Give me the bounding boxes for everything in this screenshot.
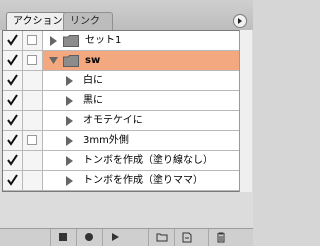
tab-bar: アクション リンク (0, 0, 253, 31)
row-label: セット1 (85, 35, 122, 46)
row-content: トンボを作成（塗りママ） (43, 171, 239, 190)
toggle-item-checkbox[interactable] (3, 91, 23, 110)
action-step-row[interactable]: 黒に (3, 91, 239, 111)
checkmark-icon (7, 34, 18, 46)
record-icon (85, 233, 93, 241)
action-step-row[interactable]: トンボを作成（塗り線なし） (3, 151, 239, 171)
row-label: オモテケイに (83, 115, 143, 126)
checkmark-icon (7, 134, 18, 146)
bottom-toolbar (0, 228, 253, 246)
toggle-item-checkbox[interactable] (3, 111, 23, 130)
new-action-button[interactable] (174, 229, 199, 246)
disclosure-open-icon[interactable] (49, 56, 59, 68)
toggle-dialog-checkbox[interactable] (23, 71, 43, 90)
disclosure-closed-icon[interactable] (65, 156, 74, 169)
folder-icon (63, 35, 79, 50)
checkmark-icon (7, 54, 18, 66)
disclosure-closed-icon[interactable] (49, 36, 58, 49)
checkmark-icon (7, 114, 18, 126)
action-row[interactable]: sw (3, 51, 239, 71)
toggle-dialog-checkbox[interactable] (23, 171, 43, 190)
action-set-row[interactable]: セット1 (3, 31, 239, 51)
stop-button[interactable] (50, 229, 75, 246)
dialog-box (27, 135, 37, 145)
action-step-row[interactable]: トンボを作成（塗りママ） (3, 171, 239, 191)
row-content: 白に (43, 71, 239, 90)
delete-button[interactable] (208, 229, 233, 246)
row-content: トンボを作成（塗り線なし） (43, 151, 239, 170)
checkmark-icon (7, 74, 18, 86)
disclosure-closed-icon[interactable] (65, 116, 74, 129)
actions-panel: アクション リンク セット1 sw 白に黒にオモテケイに 3mm外側トンボを作成（塗り… (0, 0, 253, 246)
play-icon (112, 233, 119, 241)
actions-list: セット1 sw 白に黒にオモテケイに 3mm外側トンボを作成（塗り線なし） トンボを作成… (2, 30, 240, 192)
row-label: トンボを作成（塗りママ） (83, 175, 203, 186)
trash-icon (217, 232, 225, 243)
row-content: オモテケイに (43, 111, 239, 130)
toggle-item-checkbox[interactable] (3, 31, 23, 50)
row-content: 黒に (43, 91, 239, 110)
panel-menu-button[interactable] (233, 14, 247, 28)
action-step-row[interactable]: オモテケイに (3, 111, 239, 131)
toggle-dialog-checkbox[interactable] (23, 51, 43, 70)
row-content: セット1 (43, 31, 239, 50)
checkmark-icon (7, 94, 18, 106)
disclosure-closed-icon[interactable] (65, 96, 74, 109)
new-set-icon (156, 233, 168, 242)
row-label: 白に (83, 75, 103, 86)
record-button[interactable] (76, 229, 101, 246)
folder-icon (63, 55, 79, 70)
checkmark-icon (7, 174, 18, 186)
dialog-box (27, 55, 37, 65)
toggle-item-checkbox[interactable] (3, 131, 23, 150)
new-set-button[interactable] (148, 229, 173, 246)
toggle-dialog-checkbox[interactable] (23, 131, 43, 150)
tab-links[interactable]: リンク (63, 12, 113, 31)
row-content: sw (43, 51, 239, 70)
disclosure-closed-icon[interactable] (65, 136, 74, 149)
toggle-dialog-checkbox[interactable] (23, 31, 43, 50)
stop-icon (59, 233, 67, 241)
toggle-dialog-checkbox[interactable] (23, 111, 43, 130)
row-label: 3mm外側 (83, 135, 129, 146)
toggle-dialog-checkbox[interactable] (23, 151, 43, 170)
toggle-item-checkbox[interactable] (3, 51, 23, 70)
checkmark-icon (7, 154, 18, 166)
row-content: 3mm外側 (43, 131, 239, 150)
row-label: トンボを作成（塗り線なし） (83, 155, 213, 166)
new-action-icon (182, 232, 192, 243)
dialog-box (27, 35, 37, 45)
disclosure-closed-icon[interactable] (65, 76, 74, 89)
disclosure-closed-icon[interactable] (65, 176, 74, 189)
scrollbar[interactable] (239, 30, 252, 192)
action-step-row[interactable]: 白に (3, 71, 239, 91)
action-step-row[interactable]: 3mm外側 (3, 131, 239, 151)
toggle-item-checkbox[interactable] (3, 151, 23, 170)
row-label: sw (85, 55, 101, 66)
toggle-dialog-checkbox[interactable] (23, 91, 43, 110)
play-button[interactable] (102, 229, 127, 246)
toggle-item-checkbox[interactable] (3, 71, 23, 90)
toggle-item-checkbox[interactable] (3, 171, 23, 190)
row-label: 黒に (83, 95, 103, 106)
